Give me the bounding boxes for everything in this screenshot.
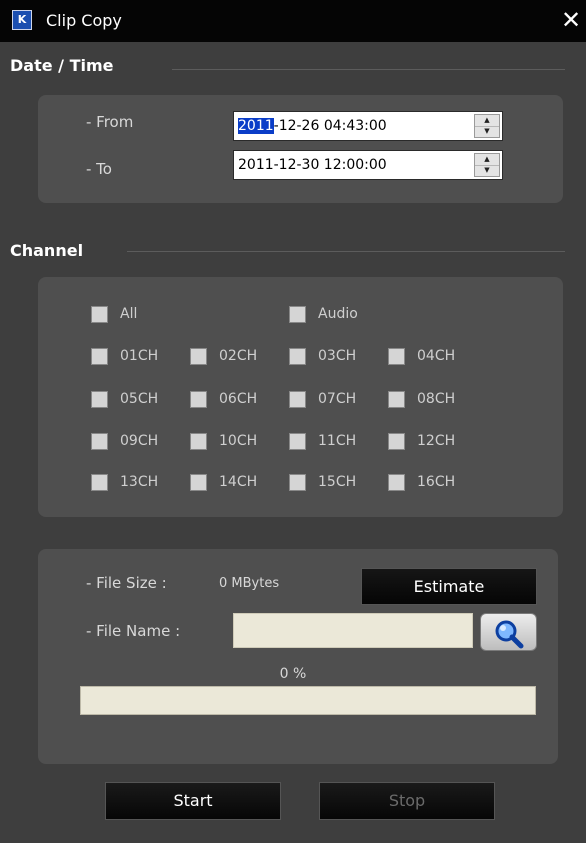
window-title: Clip Copy [46,11,122,30]
checkbox-label: 10CH [219,433,258,449]
stop-button[interactable]: Stop [319,782,495,820]
to-label: - To [86,160,112,178]
from-label: - From [86,113,134,131]
checkbox-box[interactable] [289,306,306,323]
from-spinner[interactable]: ▲ ▼ [474,114,500,138]
close-button[interactable]: ✕ [559,5,583,35]
channel-header: Channel [10,241,84,260]
checkbox-label: 03CH [318,348,357,364]
checkbox-box[interactable] [289,474,306,491]
estimate-button[interactable]: Estimate [361,568,537,605]
checkbox-label: 08CH [417,391,456,407]
checkbox-box[interactable] [289,433,306,450]
checkbox-box[interactable] [91,433,108,450]
checkbox-label: 14CH [219,474,258,490]
from-year-selection: 2011 [238,118,274,134]
checkbox-label: 07CH [318,391,357,407]
file-name-input[interactable] [233,613,473,648]
to-datetime-value: 2011-12-30 12:00:00 [238,157,387,173]
progress-bar [80,686,536,715]
checkbox-box[interactable] [388,348,405,365]
to-spin-down-icon[interactable]: ▼ [475,165,499,176]
start-button[interactable]: Start [105,782,281,820]
app-logo-icon: K [12,10,32,30]
datetime-header-divider [172,69,565,70]
progress-percent: 0 % [279,666,307,682]
checkbox-box[interactable] [91,348,108,365]
browse-button[interactable] [480,613,537,651]
checkbox-box[interactable] [190,433,207,450]
file-size-label: - File Size : [86,574,167,592]
title-bar: K Clip Copy ✕ [0,0,586,42]
checkbox-box[interactable] [91,306,108,323]
file-size-value: 0 MBytes [219,576,280,591]
checkbox-label: All [120,306,138,322]
checkbox-label: 15CH [318,474,357,490]
checkbox-label: 12CH [417,433,456,449]
checkbox-label: Audio [318,306,358,322]
checkbox-label: 06CH [219,391,258,407]
checkbox-label: 13CH [120,474,159,490]
checkbox-box[interactable] [190,474,207,491]
checkbox-box[interactable] [190,348,207,365]
checkbox-box[interactable] [190,391,207,408]
checkbox-box[interactable] [91,474,108,491]
from-spin-down-icon[interactable]: ▼ [475,126,499,137]
checkbox-label: 01CH [120,348,159,364]
channel-header-divider [127,251,565,252]
from-datetime-value: 2011-12-26 04:43:00 [238,118,387,134]
from-datetime-input[interactable]: 2011-12-26 04:43:00 ▲ ▼ [233,111,503,141]
from-datetime-rest: -12-26 04:43:00 [273,118,387,134]
file-name-label: - File Name : [86,622,181,640]
to-datetime-input[interactable]: 2011-12-30 12:00:00 ▲ ▼ [233,150,503,180]
checkbox-label: 09CH [120,433,159,449]
checkbox-box[interactable] [388,391,405,408]
checkbox-box[interactable] [289,348,306,365]
checkbox-box[interactable] [388,433,405,450]
checkbox-label: 05CH [120,391,159,407]
checkbox-box[interactable] [289,391,306,408]
checkbox-label: 02CH [219,348,258,364]
checkbox-label: 16CH [417,474,456,490]
to-spinner[interactable]: ▲ ▼ [474,153,500,177]
checkbox-label: 04CH [417,348,456,364]
magnifier-icon [495,620,524,649]
checkbox-box[interactable] [388,474,405,491]
clip-copy-window: K Clip Copy ✕ Date / Time - From 2011-12… [0,0,586,843]
checkbox-box[interactable] [91,391,108,408]
checkbox-label: 11CH [318,433,357,449]
datetime-header: Date / Time [10,56,114,75]
